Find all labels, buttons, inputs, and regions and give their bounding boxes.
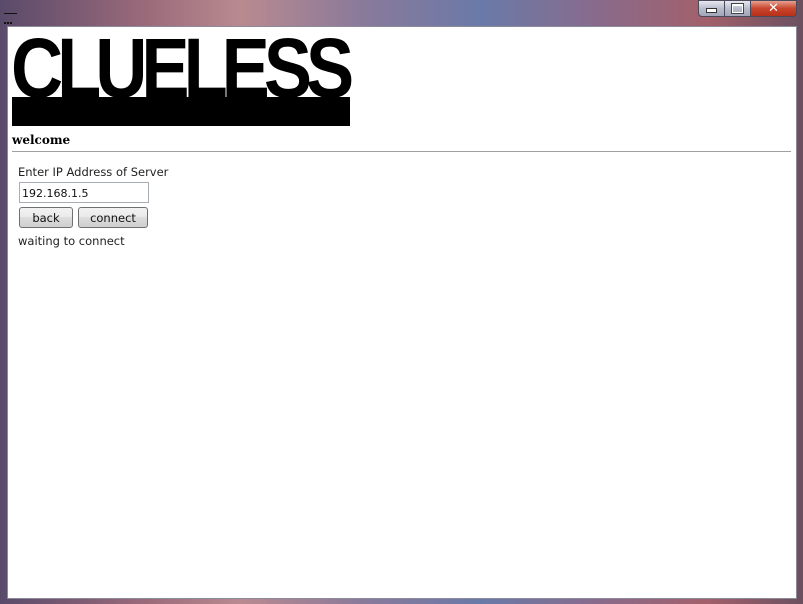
window-controls: ✕ — [698, 0, 797, 17]
title-bar[interactable]: ✕ — [0, 0, 803, 26]
app-logo: CLUELESS — [11, 26, 354, 115]
connection-status: waiting to connect — [18, 234, 125, 248]
app-window: ✕ CLUELESS welcome Enter IP Address of S… — [0, 0, 803, 604]
minimize-button[interactable] — [698, 0, 725, 17]
divider — [12, 151, 791, 152]
maximize-icon — [731, 3, 744, 14]
connect-button[interactable]: connect — [78, 207, 148, 228]
close-icon: ✕ — [768, 1, 779, 16]
maximize-button[interactable] — [725, 0, 751, 17]
ip-address-label: Enter IP Address of Server — [18, 165, 169, 179]
logo-underline-bar — [12, 97, 350, 126]
close-button[interactable]: ✕ — [751, 0, 797, 17]
page-title: welcome — [12, 133, 71, 147]
back-button[interactable]: back — [19, 207, 73, 228]
app-icon[interactable] — [4, 9, 17, 24]
minimize-icon — [706, 8, 717, 13]
client-area: CLUELESS welcome Enter IP Address of Ser… — [7, 26, 797, 599]
ip-address-input[interactable] — [19, 182, 149, 203]
